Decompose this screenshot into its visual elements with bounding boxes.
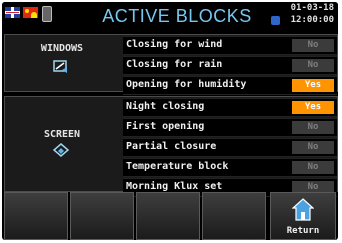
page-title: ACTIVE BLOCKS: [102, 6, 252, 26]
toggle-partial-closure[interactable]: No: [292, 141, 334, 154]
toggle-closing-for-rain[interactable]: No: [292, 59, 334, 72]
row-label: First opening: [126, 121, 205, 132]
row-night-closing: Night closing Yes: [123, 98, 337, 117]
window-icon: [53, 60, 67, 73]
device-icon: [42, 6, 52, 22]
row-label: Morning Klux set: [126, 181, 223, 192]
bottom-bar: Return: [2, 192, 338, 240]
row-closing-for-wind: Closing for wind No: [123, 36, 337, 55]
header-bar: ACTIVE BLOCKS 01-03-18 12:00:00: [2, 2, 338, 32]
screen-rows: Night closing Yes First opening No Parti…: [123, 97, 337, 197]
windows-label: WINDOWS: [40, 43, 84, 54]
soft-button-4[interactable]: [202, 192, 266, 240]
row-first-opening: First opening No: [123, 118, 337, 137]
row-label: Night closing: [126, 101, 205, 112]
row-temperature-block: Temperature block No: [123, 158, 337, 177]
soft-button-3[interactable]: [136, 192, 200, 240]
row-partial-closure: Partial closure No: [123, 138, 337, 157]
soft-button-2[interactable]: [70, 192, 134, 240]
uk-flag-icon[interactable]: [5, 7, 20, 18]
toggle-first-opening[interactable]: No: [292, 121, 334, 134]
return-label: Return: [286, 226, 320, 236]
row-closing-for-rain: Closing for rain No: [123, 56, 337, 75]
time-display: 12:00:00: [290, 15, 334, 25]
toggle-opening-for-humidity[interactable]: Yes: [292, 79, 334, 92]
device-screen: ACTIVE BLOCKS 01-03-18 12:00:00 WINDOWS …: [2, 2, 338, 240]
china-flag-icon[interactable]: [23, 7, 38, 18]
row-opening-for-humidity: Opening for humidity Yes: [123, 76, 337, 95]
toggle-closing-for-wind[interactable]: No: [292, 39, 334, 52]
windows-panel: WINDOWS Closing for wind No Closing for …: [4, 34, 338, 95]
screen-label: SCREEN: [43, 129, 81, 140]
toggle-night-closing[interactable]: Yes: [292, 101, 334, 114]
row-label: Opening for humidity: [126, 79, 247, 90]
soft-button-1[interactable]: [4, 192, 68, 240]
screen-icon: [52, 143, 70, 157]
toggle-temperature-block[interactable]: No: [292, 161, 334, 174]
screen-panel: SCREEN Night closing Yes First opening N…: [4, 96, 338, 197]
row-label: Temperature block: [126, 161, 229, 172]
date-display: 01-03-18: [290, 3, 334, 13]
windows-rows: Closing for wind No Closing for rain No …: [123, 35, 337, 95]
row-label: Closing for rain: [126, 59, 223, 70]
row-label: Partial closure: [126, 141, 217, 152]
return-button[interactable]: Return: [270, 192, 336, 240]
clock-icon: [271, 16, 280, 25]
home-icon: [292, 198, 314, 221]
row-label: Closing for wind: [126, 39, 223, 50]
